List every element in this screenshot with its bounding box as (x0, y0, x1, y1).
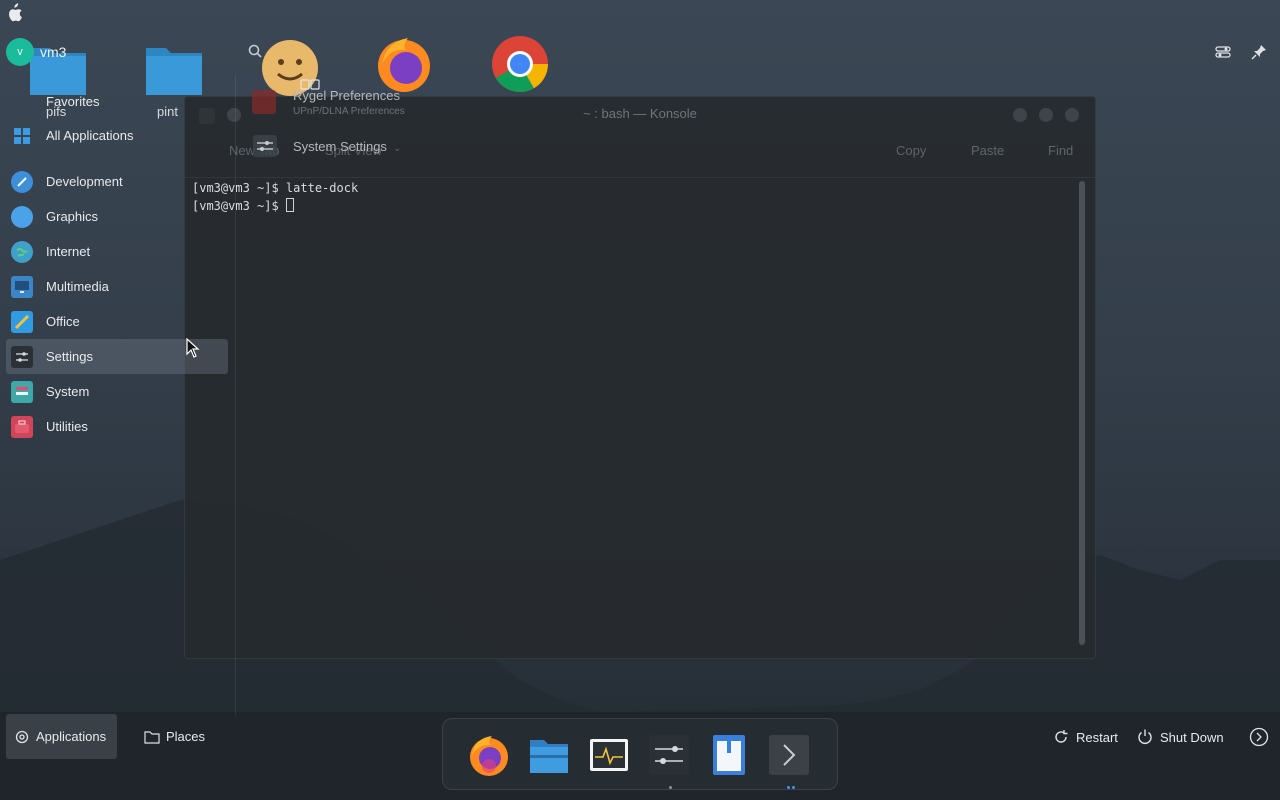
internet-icon (11, 240, 33, 263)
close-button[interactable] (1065, 108, 1079, 122)
category-label: Graphics (46, 209, 99, 224)
gear-icon (15, 730, 29, 743)
category-system[interactable]: System (6, 374, 228, 409)
shutdown-button[interactable]: Shut Down (1136, 724, 1224, 750)
system-icon (11, 380, 33, 403)
shutdown-label: Shut Down (1160, 729, 1224, 745)
restart-label: Restart (1076, 729, 1118, 745)
power-icon (1138, 729, 1152, 744)
category-development[interactable]: Development (6, 164, 228, 199)
firefox-icon[interactable] (374, 34, 434, 94)
system-monitor-icon[interactable] (587, 733, 631, 777)
mouse-cursor-icon (186, 338, 200, 358)
running-indicator (787, 786, 790, 789)
category-label: Office (46, 314, 80, 329)
grid-icon (11, 125, 33, 147)
text-editor-icon[interactable] (707, 733, 751, 777)
settings-icon (11, 345, 33, 368)
places-tab[interactable]: Places (136, 714, 213, 759)
system-settings-icon[interactable] (252, 134, 278, 158)
maximize-button[interactable] (1039, 108, 1053, 122)
graphics-icon (11, 205, 33, 228)
running-indicator (792, 786, 795, 789)
user-header: v vm3 (6, 38, 66, 66)
apple-logo-icon[interactable] (4, 3, 24, 23)
category-label: System (46, 384, 90, 399)
firefox-icon[interactable] (467, 733, 511, 777)
category-label: Internet (46, 244, 91, 259)
folder-outline-icon (144, 730, 160, 744)
chevron-down-icon[interactable]: ⌄ (393, 143, 401, 154)
find-button[interactable]: Find (1048, 143, 1073, 158)
konsole-window[interactable]: ~ : bash — Konsole New Tab Split View ⌄ … (184, 96, 1096, 659)
category-label: Multimedia (46, 279, 109, 294)
app-launcher-sidebar: Favorites All Applications Development G… (0, 88, 236, 713)
user-name: vm3 (40, 44, 67, 60)
category-label: Development (46, 174, 123, 189)
office-icon (11, 310, 33, 333)
latte-dock (442, 718, 838, 790)
search-result-subtitle: UPnP/DLNA Preferences (293, 106, 405, 117)
category-label: Settings (46, 349, 93, 364)
chrome-icon[interactable] (490, 34, 550, 94)
rygel-icon[interactable] (250, 88, 278, 116)
applications-label: Applications (36, 729, 107, 744)
more-power-options-button[interactable] (1249, 724, 1269, 750)
settings-sliders-icon[interactable] (647, 733, 691, 777)
copy-button[interactable]: Copy (896, 143, 926, 158)
search-icon[interactable] (248, 44, 262, 58)
minimize-button[interactable] (1013, 108, 1027, 122)
applications-tab[interactable]: Applications (6, 714, 117, 759)
category-multimedia[interactable]: Multimedia (6, 269, 228, 304)
pin-icon[interactable] (1247, 40, 1271, 64)
category-label: Utilities (46, 419, 88, 434)
utilities-icon (11, 415, 33, 438)
category-office[interactable]: Office (6, 304, 228, 339)
development-icon (11, 170, 33, 193)
chevron-right-circle-icon (1249, 727, 1269, 747)
toggle-icon[interactable] (1211, 40, 1235, 64)
favorites-tab[interactable]: Favorites (46, 94, 99, 109)
category-graphics[interactable]: Graphics (6, 199, 228, 234)
terminal-icon[interactable] (767, 733, 811, 777)
category-internet[interactable]: Internet (6, 234, 228, 269)
places-label: Places (166, 729, 206, 744)
restart-icon (1055, 730, 1068, 743)
top-menu-bar (0, 0, 1280, 28)
terminal-cursor (285, 198, 294, 212)
paste-button[interactable]: Paste (971, 143, 1004, 158)
scrollbar[interactable] (1079, 181, 1085, 645)
category-label: All Applications (46, 128, 134, 143)
search-result-title[interactable]: Rygel Preferences (293, 88, 400, 103)
running-indicator (669, 786, 672, 789)
multimedia-icon (11, 275, 33, 298)
category-all-applications[interactable]: All Applications (6, 118, 228, 153)
restart-button[interactable]: Restart (1052, 724, 1118, 750)
avatar[interactable]: v (6, 38, 34, 66)
dolphin-folder-icon[interactable] (527, 733, 571, 777)
terminal-area[interactable]: [vm3@vm3 ~]$ latte-dock [vm3@vm3 ~]$ (185, 177, 1095, 657)
category-utilities[interactable]: Utilities (6, 409, 228, 444)
search-result-title[interactable]: System Settings (293, 139, 387, 154)
